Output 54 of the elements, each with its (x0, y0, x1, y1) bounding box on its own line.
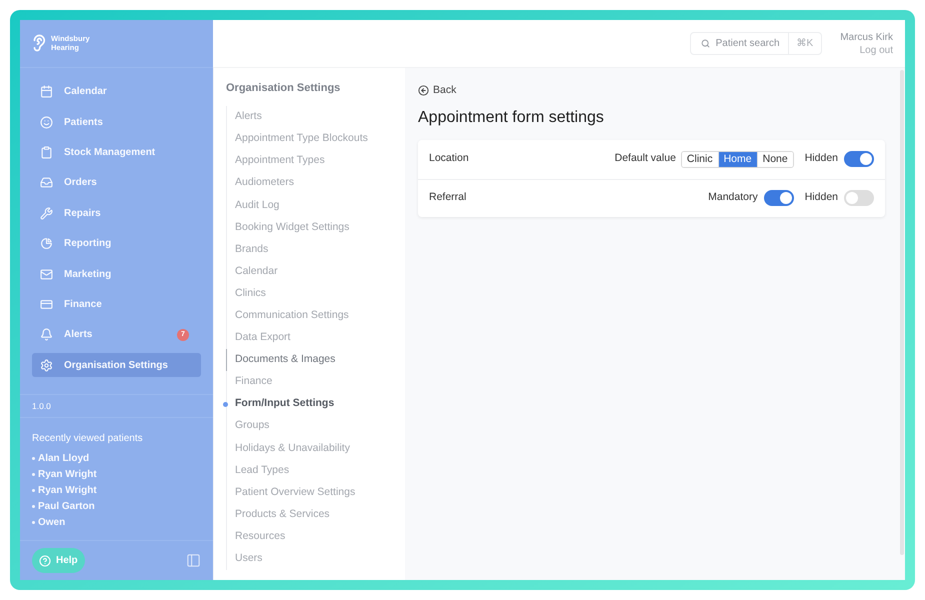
back-link[interactable]: Back (418, 82, 456, 98)
section-heading: Recently viewed patients (32, 432, 144, 446)
mail-icon (40, 268, 53, 281)
toggle-switch[interactable] (844, 151, 874, 168)
patient-link[interactable]: Alan Lloyd (32, 450, 201, 466)
nav-item[interactable]: Repairs (32, 201, 201, 226)
nav-item[interactable]: Marketing (32, 262, 201, 286)
nav-item[interactable]: Calendar (32, 80, 201, 104)
control-label: Hidden (804, 151, 838, 166)
settings-icon (40, 358, 53, 372)
control-label: Mandatory (708, 190, 758, 206)
field-label: Location (429, 151, 469, 166)
nav-item[interactable]: Finance (32, 292, 201, 317)
bullet-icon (32, 488, 35, 492)
patient-link[interactable]: Ryan Wright (32, 482, 201, 498)
nav-item[interactable]: Organisation Settings (32, 353, 201, 378)
logout-link[interactable]: Log out (860, 44, 893, 56)
scrollbar[interactable] (900, 70, 904, 555)
field-label: Referral (429, 190, 466, 206)
panel-title: Organisation Settings (226, 81, 342, 96)
bell-icon (40, 328, 53, 342)
bullet-icon (32, 504, 35, 508)
bullet-icon (32, 472, 35, 476)
calendar-icon (40, 85, 53, 98)
help-icon (39, 554, 51, 567)
panel-icon[interactable] (186, 553, 201, 568)
control-label: Default value (614, 151, 676, 166)
tray-icon (40, 176, 53, 190)
nav-item[interactable]: Reporting (32, 232, 201, 256)
smiley-icon (40, 116, 53, 129)
user-name: Marcus Kirk (840, 30, 893, 44)
nav-item[interactable]: Orders (32, 170, 201, 195)
patient-link[interactable]: Ryan Wright (32, 466, 201, 482)
pie-chart-icon (40, 237, 53, 250)
bullet-icon (32, 456, 35, 460)
control-label: Hidden (804, 190, 838, 206)
toggle-switch[interactable] (764, 190, 794, 206)
segment-option[interactable]: None (756, 152, 793, 167)
wrench-icon (40, 206, 53, 220)
toggle-switch[interactable] (844, 190, 874, 206)
page-title: Appointment form settings (418, 108, 605, 128)
nav-item[interactable]: Stock Management (32, 140, 201, 165)
segment-option[interactable]: Home (718, 152, 757, 167)
patient-link[interactable]: Paul Garton (32, 498, 201, 514)
search-button[interactable]: Patient search ⌘K (690, 32, 822, 55)
nav-item[interactable]: Patients (32, 110, 201, 134)
version-text: 1.0.0 (32, 400, 51, 413)
clipboard-icon (40, 146, 53, 160)
search-icon (700, 39, 710, 48)
keyboard-shortcut: ⌘K (788, 33, 822, 54)
help-button[interactable]: Help (32, 548, 85, 574)
bullet-icon (32, 520, 35, 524)
card-icon (40, 298, 53, 312)
patient-link[interactable]: Owen (32, 514, 201, 530)
